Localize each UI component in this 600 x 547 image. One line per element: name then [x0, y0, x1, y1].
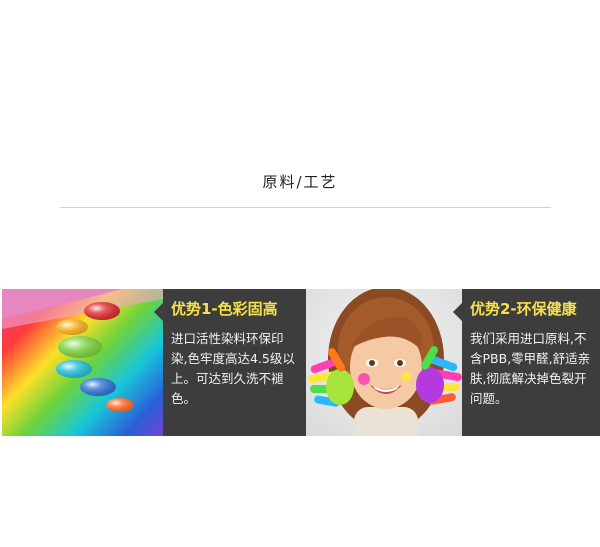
- feature-description: 我们采用进口原料,不含PBB,零甲醛,舒适亲肤,彻底解决掉色裂开问题。: [470, 331, 591, 406]
- pointer-arrow-icon: [453, 303, 462, 321]
- title-divider: [60, 207, 551, 208]
- feature-card-eco-healthy: 优势2-环保健康 我们采用进口原料,不含PBB,零甲醛,舒适亲肤,彻底解决掉色裂…: [453, 289, 600, 436]
- feature-title: 优势1-色彩固高: [171, 300, 278, 318]
- section-title: 原料/工艺: [262, 173, 338, 191]
- feature-description: 进口活性染料环保印染,色牢度高达4.5级以上。可达到久洗不褪色。: [171, 331, 295, 406]
- child-painted-hands-image: [306, 289, 462, 436]
- pointer-arrow-icon: [154, 303, 163, 321]
- feature-title: 优势2-环保健康: [470, 300, 577, 318]
- rainbow-drops-image: [2, 289, 163, 436]
- feature-card-color-fastness: 优势1-色彩固高 进口活性染料环保印染,色牢度高达4.5级以上。可达到久洗不褪色…: [154, 289, 306, 436]
